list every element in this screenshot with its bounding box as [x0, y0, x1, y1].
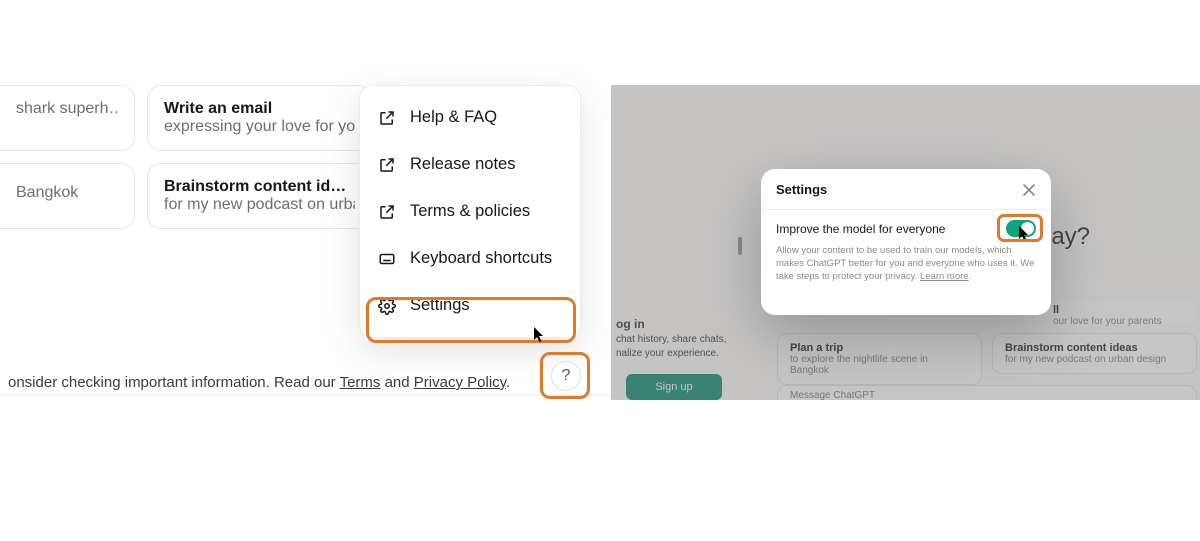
toggle-container	[1006, 220, 1036, 237]
external-link-icon	[378, 156, 396, 174]
external-link-icon	[378, 203, 396, 221]
keyboard-icon	[378, 250, 396, 268]
menu-item-keyboard-shortcuts[interactable]: Keyboard shortcuts	[360, 235, 580, 282]
right-screenshot: og in chat history, share chats, nalize …	[611, 85, 1200, 400]
improve-model-description: Allow your content to be used to train o…	[776, 245, 1036, 283]
menu-item-settings[interactable]: Settings	[360, 282, 580, 329]
menu-label: Help & FAQ	[410, 108, 497, 127]
suggestion-title: Write an email	[164, 100, 355, 118]
footer-text-pre: onsider checking important information. …	[8, 374, 340, 391]
desc-text: Allow your content to be used to train o…	[776, 245, 1034, 282]
suggestion-subtitle: for my new podcast on urba	[164, 196, 355, 214]
menu-item-release-notes[interactable]: Release notes	[360, 141, 580, 188]
footer-period: .	[506, 374, 510, 391]
modal-body: Improve the model for everyone Allow you…	[761, 210, 1051, 297]
left-screenshot: shark superh… Write an email expressing …	[0, 0, 611, 541]
settings-modal: Settings Improve the model for everyone …	[761, 169, 1051, 315]
learn-more-link[interactable]: Learn more	[920, 271, 969, 282]
improve-model-toggle[interactable]	[1006, 220, 1036, 237]
modal-title: Settings	[776, 182, 827, 197]
footer-and: and	[380, 374, 413, 391]
suggestion-card[interactable]: Brainstorm content ideas for my new podc…	[147, 163, 372, 229]
terms-link[interactable]: Terms	[340, 374, 381, 391]
suggestion-subtitle: shark superh…	[16, 100, 118, 118]
suggestion-card[interactable]: Bangkok	[0, 163, 135, 229]
menu-label: Settings	[410, 296, 470, 315]
suggestion-title: Brainstorm content ideas	[164, 178, 355, 196]
gear-icon	[378, 297, 396, 315]
help-menu: Help & FAQ Release notes Terms & policie…	[359, 85, 581, 338]
external-link-icon	[378, 109, 396, 127]
improve-model-label: Improve the model for everyone	[776, 222, 945, 236]
close-button[interactable]	[1022, 183, 1036, 197]
suggestion-card[interactable]: shark superh…	[0, 85, 135, 151]
footer-disclaimer: onsider checking important information. …	[8, 374, 510, 391]
cursor-icon	[534, 327, 546, 343]
menu-label: Terms & policies	[410, 202, 530, 221]
privacy-link[interactable]: Privacy Policy	[414, 374, 506, 391]
menu-item-terms-policies[interactable]: Terms & policies	[360, 188, 580, 235]
help-button[interactable]: ?	[551, 361, 581, 391]
suggestion-subtitle: expressing your love for yo	[164, 118, 355, 136]
close-icon	[1022, 183, 1036, 197]
suggestion-subtitle: Bangkok	[16, 184, 118, 202]
bg-divider	[738, 237, 742, 255]
menu-label: Keyboard shortcuts	[410, 249, 552, 268]
suggestion-card[interactable]: Write an email expressing your love for …	[147, 85, 372, 151]
modal-header: Settings	[761, 169, 1051, 210]
menu-item-help-faq[interactable]: Help & FAQ	[360, 94, 580, 141]
footer-divider	[0, 395, 611, 396]
question-mark-icon: ?	[562, 367, 571, 385]
menu-label: Release notes	[410, 155, 516, 174]
improve-model-row: Improve the model for everyone	[776, 220, 1036, 237]
